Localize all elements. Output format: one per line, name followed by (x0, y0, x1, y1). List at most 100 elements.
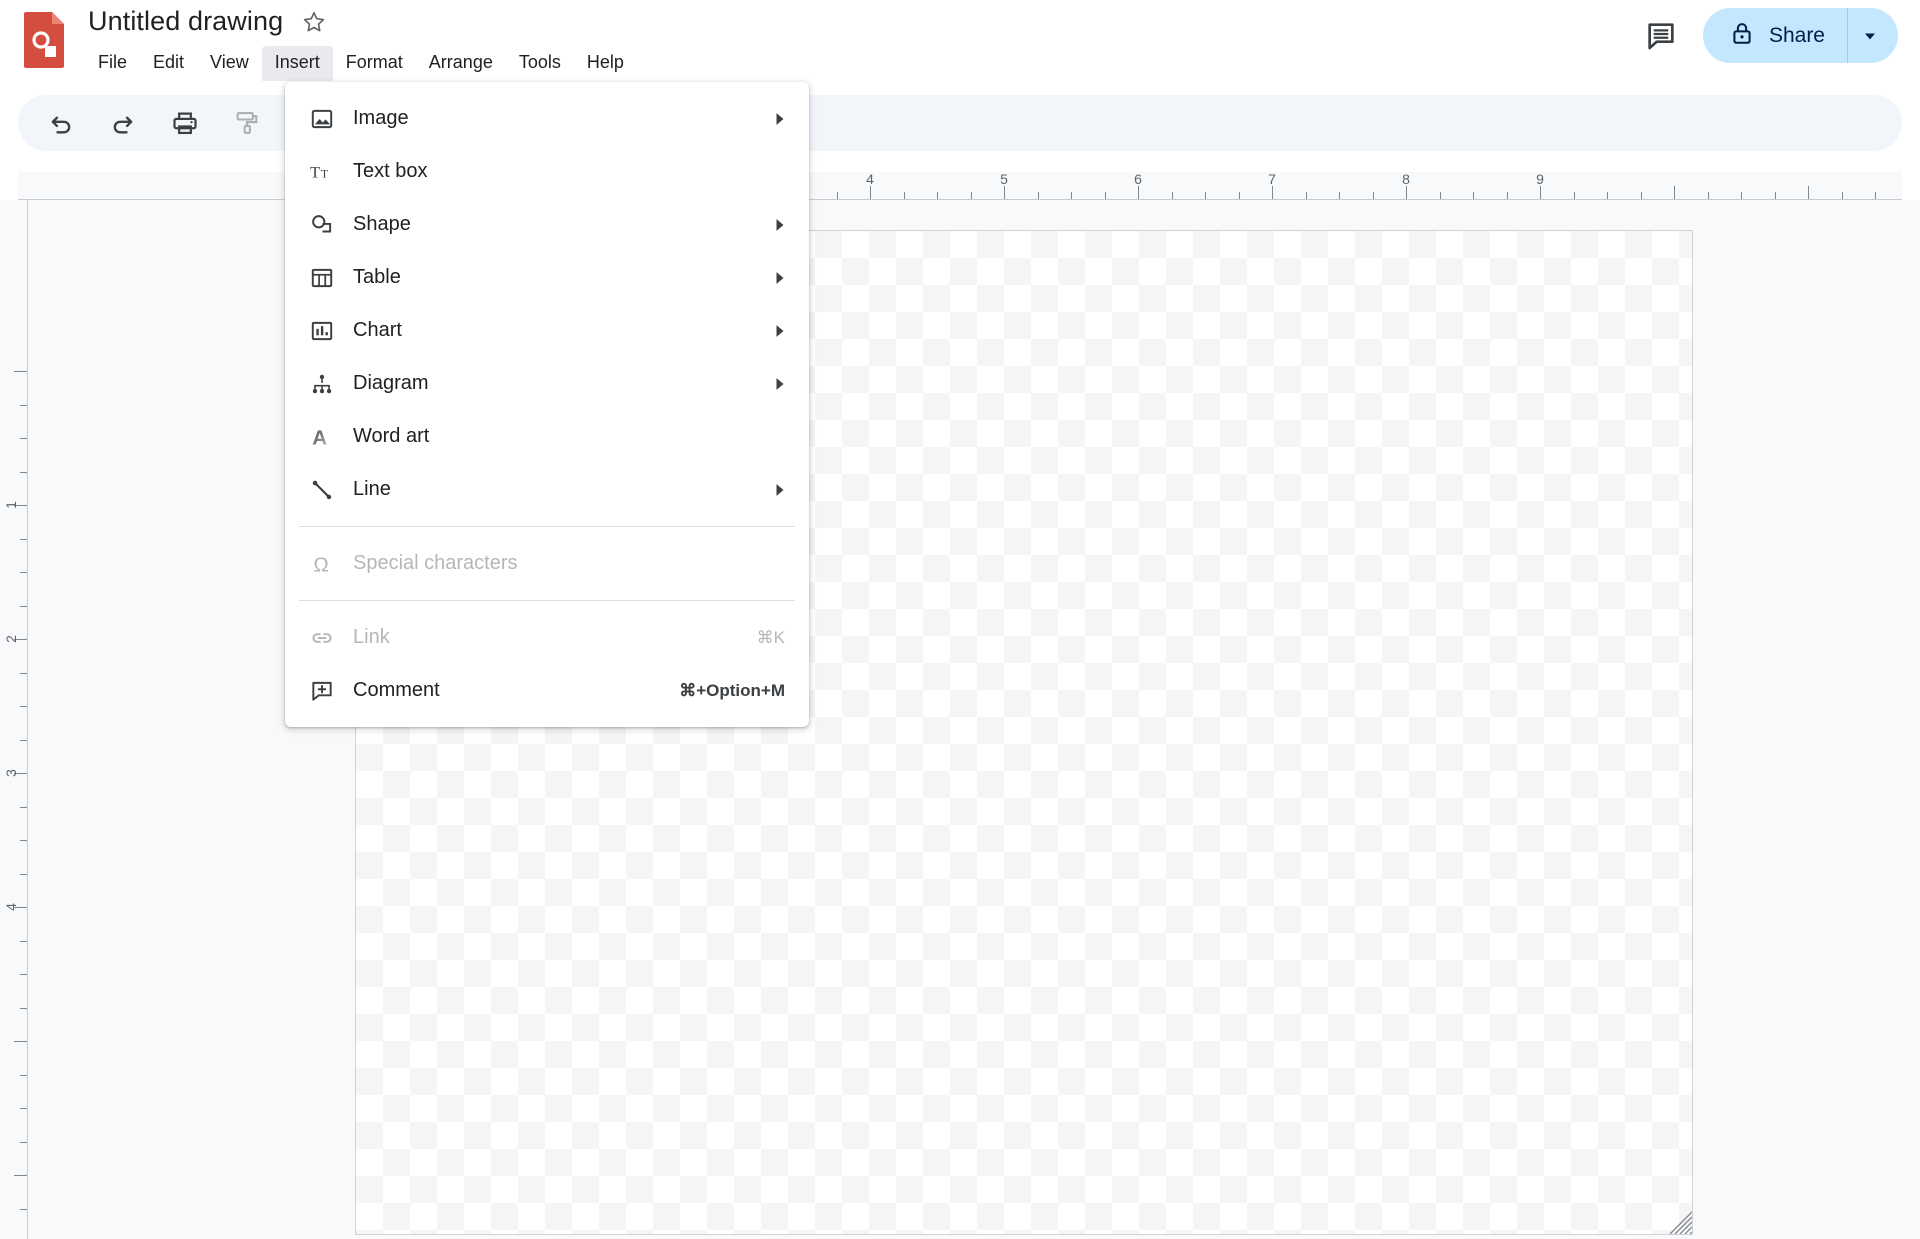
ruler-tick (20, 672, 27, 674)
ruler-tick (1037, 192, 1039, 199)
ruler-tick (14, 1175, 27, 1176)
svg-text:A: A (312, 426, 327, 449)
ruler-tick (20, 940, 27, 942)
ruler-tick (870, 186, 871, 199)
ruler-tick (20, 471, 27, 473)
ruler-tick (937, 192, 938, 199)
menu-item-label: Table (353, 266, 401, 288)
submenu-arrow-icon (773, 483, 791, 497)
ruler-tick (1372, 192, 1374, 199)
menu-help[interactable]: Help (574, 46, 637, 81)
undo-icon[interactable] (44, 106, 78, 140)
ruler-tick (1071, 192, 1072, 199)
vertical-ruler[interactable]: 1 2 3 4 (0, 200, 28, 1239)
menu-item-label: Word art (353, 425, 430, 447)
ruler-label: 5 (1000, 172, 1008, 187)
menu-item-special-characters[interactable]: Ω Special characters (285, 537, 809, 590)
menu-item-label: Comment (353, 679, 440, 701)
menu-item-comment[interactable]: Comment ⌘+Option+M (285, 664, 809, 717)
ruler-tick (1573, 192, 1575, 199)
ruler-tick (20, 840, 27, 841)
ruler-tick (1473, 192, 1474, 199)
menu-format[interactable]: Format (333, 46, 416, 81)
omega-icon: Ω (307, 549, 337, 579)
image-icon (307, 104, 337, 134)
menu-arrange[interactable]: Arrange (416, 46, 506, 81)
header-actions: Share (1641, 8, 1898, 63)
ruler-tick (20, 605, 27, 607)
ruler-tick (1205, 192, 1206, 199)
ruler-tick (20, 1007, 27, 1009)
menu-item-label: Diagram (353, 372, 429, 394)
ruler-tick (14, 371, 27, 372)
diagram-icon (307, 369, 337, 399)
ruler-tick (1875, 192, 1876, 199)
menu-edit[interactable]: Edit (140, 46, 197, 81)
ruler-label: 3 (3, 769, 20, 777)
ruler-tick (1841, 192, 1843, 199)
ruler-tick (1406, 186, 1407, 199)
ruler-tick (1774, 192, 1776, 199)
menu-item-label: Line (353, 478, 391, 500)
ruler-tick (1540, 186, 1541, 199)
print-icon[interactable] (168, 106, 202, 140)
ruler-tick (20, 538, 27, 540)
ruler-tick (20, 1141, 27, 1143)
menu-item-line[interactable]: Line (285, 463, 809, 516)
ruler-label: 7 (1268, 172, 1276, 187)
menu-item-text-box[interactable]: T T Text box (285, 145, 809, 198)
ruler-tick (1674, 186, 1675, 199)
menu-item-word-art[interactable]: A Word art (285, 410, 809, 463)
ruler-label: 9 (1536, 172, 1544, 187)
menu-insert[interactable]: Insert (261, 46, 333, 81)
ruler-tick (1506, 192, 1508, 199)
ruler-tick (1741, 192, 1742, 199)
submenu-arrow-icon (773, 218, 791, 232)
google-drawings-logo[interactable] (22, 10, 68, 68)
ruler-tick (903, 192, 905, 199)
ruler-label: 8 (1402, 172, 1410, 187)
star-outline-icon[interactable] (301, 9, 327, 35)
menu-view[interactable]: View (197, 46, 262, 81)
menu-item-diagram[interactable]: Diagram (285, 357, 809, 410)
ruler-label: 4 (3, 903, 20, 911)
ruler-tick (20, 404, 27, 406)
ruler-tick (20, 1108, 27, 1109)
ruler-tick (1640, 192, 1642, 199)
menu-tools[interactable]: Tools (506, 46, 574, 81)
ruler-tick (20, 1074, 27, 1076)
word-art-icon: A (307, 422, 337, 452)
ruler-tick (1808, 186, 1809, 199)
ruler-tick (1439, 192, 1441, 199)
menu-item-table[interactable]: Table (285, 251, 809, 304)
ruler-tick (20, 438, 27, 439)
submenu-arrow-icon (773, 377, 791, 391)
redo-icon[interactable] (106, 106, 140, 140)
ruler-tick (20, 1208, 27, 1210)
chevron-down-icon[interactable] (1848, 8, 1892, 63)
menu-item-label: Link (353, 626, 390, 648)
menu-divider (299, 526, 795, 527)
ruler-tick (1707, 192, 1709, 199)
resize-grip[interactable] (1666, 1208, 1692, 1234)
menu-item-link[interactable]: Link ⌘K (285, 611, 809, 664)
menu-item-label: Chart (353, 319, 402, 341)
app-header: Untitled drawing File Edit View Insert F… (0, 0, 1920, 84)
ruler-label: 2 (3, 635, 20, 643)
page-title[interactable]: Untitled drawing (88, 6, 283, 37)
ruler-label: 4 (866, 172, 874, 187)
paint-format-icon[interactable] (230, 106, 264, 140)
menu-file[interactable]: File (85, 46, 140, 81)
ruler-tick (20, 706, 27, 707)
share-button[interactable]: Share (1702, 8, 1898, 63)
menu-item-chart[interactable]: Chart (285, 304, 809, 357)
shape-icon (307, 210, 337, 240)
menu-item-image[interactable]: Image (285, 92, 809, 145)
menu-item-shape[interactable]: Shape (285, 198, 809, 251)
svg-text:T: T (321, 166, 329, 180)
ruler-tick (1305, 192, 1307, 199)
link-icon (307, 623, 337, 653)
comment-history-icon[interactable] (1641, 16, 1681, 56)
submenu-arrow-icon (773, 271, 791, 285)
menu-item-label: Special characters (353, 552, 518, 574)
